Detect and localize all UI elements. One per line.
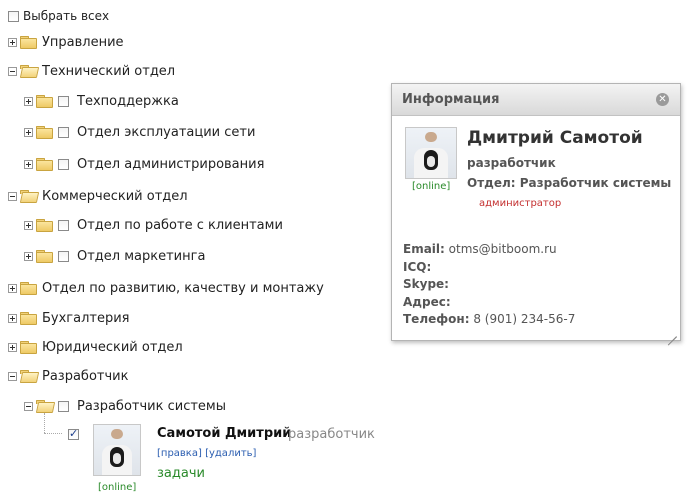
contact-phone-row: Телефон: 8 (901) 234-56-7	[403, 311, 575, 329]
info-contacts: Email: otms@bitboom.ru ICQ: Skype: Адрес…	[403, 241, 575, 329]
tree-node-development-quality[interactable]: Отдел по развитию, качеству и монтажу	[8, 278, 324, 298]
employee-online-status: [online]	[98, 482, 137, 493]
employee-name[interactable]: Самотой Дмитрий	[157, 426, 291, 441]
tree-node-accounting[interactable]: Бухгалтерия	[8, 308, 130, 328]
info-panel-title: Информация	[402, 92, 500, 107]
tree-node-label: Разработчик	[42, 368, 129, 384]
collapse-icon[interactable]	[8, 66, 17, 76]
expand-icon[interactable]	[24, 220, 33, 230]
info-panel: Информация ✕ [online] Дмитрий Самотой ра…	[391, 83, 681, 341]
contact-skype-row: Skype:	[403, 276, 575, 294]
folder-open-icon	[35, 400, 56, 413]
employee-checkbox[interactable]	[68, 427, 79, 440]
expand-icon[interactable]	[24, 251, 33, 261]
info-avatar	[405, 127, 457, 179]
tree-node-admin-dept[interactable]: Отдел администрирования	[24, 154, 264, 174]
expand-icon[interactable]	[24, 159, 33, 169]
close-icon[interactable]: ✕	[656, 93, 669, 106]
tree-node-label: Отдел эксплуатации сети	[77, 124, 256, 140]
tree-node-network-ops[interactable]: Отдел эксплуатации сети	[24, 122, 255, 142]
folder-icon	[36, 158, 53, 171]
folder-icon	[20, 282, 37, 295]
tree-node-management[interactable]: Управление	[8, 32, 124, 52]
tree-node-label: Бухгалтерия	[42, 310, 130, 326]
tree-node-commercial[interactable]: Коммерческий отдел	[8, 186, 188, 206]
phone-label: Телефон:	[403, 312, 470, 326]
tree-node-developer[interactable]: Разработчик	[8, 366, 128, 386]
info-role: разработчик	[467, 156, 556, 170]
skype-label: Skype:	[403, 277, 449, 291]
tree-node-label: Коммерческий отдел	[42, 188, 188, 204]
expand-icon[interactable]	[8, 283, 17, 293]
node-checkbox[interactable]	[58, 219, 69, 231]
node-checkbox[interactable]	[58, 95, 69, 107]
tree-guide-line	[44, 433, 62, 434]
tree-node-legal[interactable]: Юридический отдел	[8, 337, 183, 357]
folder-icon	[20, 312, 37, 325]
collapse-icon[interactable]	[8, 371, 17, 381]
info-online-status: [online]	[412, 181, 451, 192]
node-checkbox[interactable]	[58, 250, 69, 262]
contact-email-row: Email: otms@bitboom.ru	[403, 241, 575, 259]
icq-label: ICQ:	[403, 259, 432, 274]
email-label: Email:	[403, 242, 445, 256]
expand-icon[interactable]	[8, 342, 17, 352]
collapse-icon[interactable]	[24, 401, 33, 411]
tree-guide-line	[44, 413, 45, 433]
folder-icon	[36, 250, 53, 263]
expand-icon[interactable]	[8, 313, 17, 323]
select-all-checkbox[interactable]	[8, 10, 19, 22]
tree-node-label: Управление	[42, 34, 124, 50]
email-value: otms@bitboom.ru	[448, 242, 557, 256]
edit-link[interactable]: [правка]	[157, 448, 202, 459]
tree-node-label: Юридический отдел	[42, 339, 183, 355]
admin-badge: администратор	[479, 198, 562, 209]
folder-open-icon	[19, 190, 40, 203]
tree-node-label: Отдел маркетинга	[77, 248, 206, 264]
expand-icon[interactable]	[8, 37, 17, 47]
resize-handle-icon[interactable]	[667, 327, 677, 337]
contact-address-row: Адрес:	[403, 294, 575, 312]
info-panel-header[interactable]: Информация ✕	[392, 84, 680, 116]
tree-node-tech-dept[interactable]: Технический отдел	[8, 61, 175, 81]
select-all-label: Выбрать всех	[23, 9, 110, 23]
select-all-row[interactable]: Выбрать всех	[8, 8, 109, 24]
tree-node-support[interactable]: Техподдержка	[24, 91, 179, 111]
tree-node-marketing[interactable]: Отдел маркетинга	[24, 246, 205, 266]
phone-value: 8 (901) 234-56-7	[473, 312, 576, 326]
info-name: Дмитрий Самотой	[467, 128, 643, 148]
node-checkbox[interactable]	[58, 126, 69, 138]
info-department: Отдел: Разработчик системы	[467, 176, 672, 190]
folder-icon	[20, 341, 37, 354]
node-checkbox[interactable]	[58, 400, 69, 412]
expand-icon[interactable]	[24, 96, 33, 106]
folder-icon	[36, 219, 53, 232]
tree-node-label: Отдел по работе с клиентами	[77, 217, 283, 233]
tree-node-label: Отдел администрирования	[77, 156, 265, 172]
employee-avatar[interactable]	[93, 424, 141, 476]
collapse-icon[interactable]	[8, 191, 17, 201]
tree-node-label: Отдел по развитию, качеству и монтажу	[42, 280, 324, 296]
expand-icon[interactable]	[24, 127, 33, 137]
folder-open-icon	[19, 370, 40, 383]
tree-node-label: Техподдержка	[77, 93, 179, 109]
folder-open-icon	[19, 65, 40, 78]
tree-node-clients[interactable]: Отдел по работе с клиентами	[24, 215, 283, 235]
folder-icon	[36, 95, 53, 108]
employee-actions: [правка] [удалить]	[157, 448, 256, 459]
delete-link[interactable]: [удалить]	[205, 448, 256, 459]
node-checkbox[interactable]	[58, 158, 69, 170]
employee-position: разработчик	[288, 427, 375, 442]
folder-icon	[36, 126, 53, 139]
tasks-link[interactable]: задачи	[157, 466, 205, 481]
address-label: Адрес:	[403, 294, 451, 309]
tree-node-label: Разработчик системы	[77, 398, 226, 414]
folder-icon	[20, 36, 37, 49]
contact-icq-row: ICQ:	[403, 259, 575, 277]
tree-node-label: Технический отдел	[42, 63, 176, 79]
tree-node-system-developer[interactable]: Разработчик системы	[24, 396, 226, 416]
